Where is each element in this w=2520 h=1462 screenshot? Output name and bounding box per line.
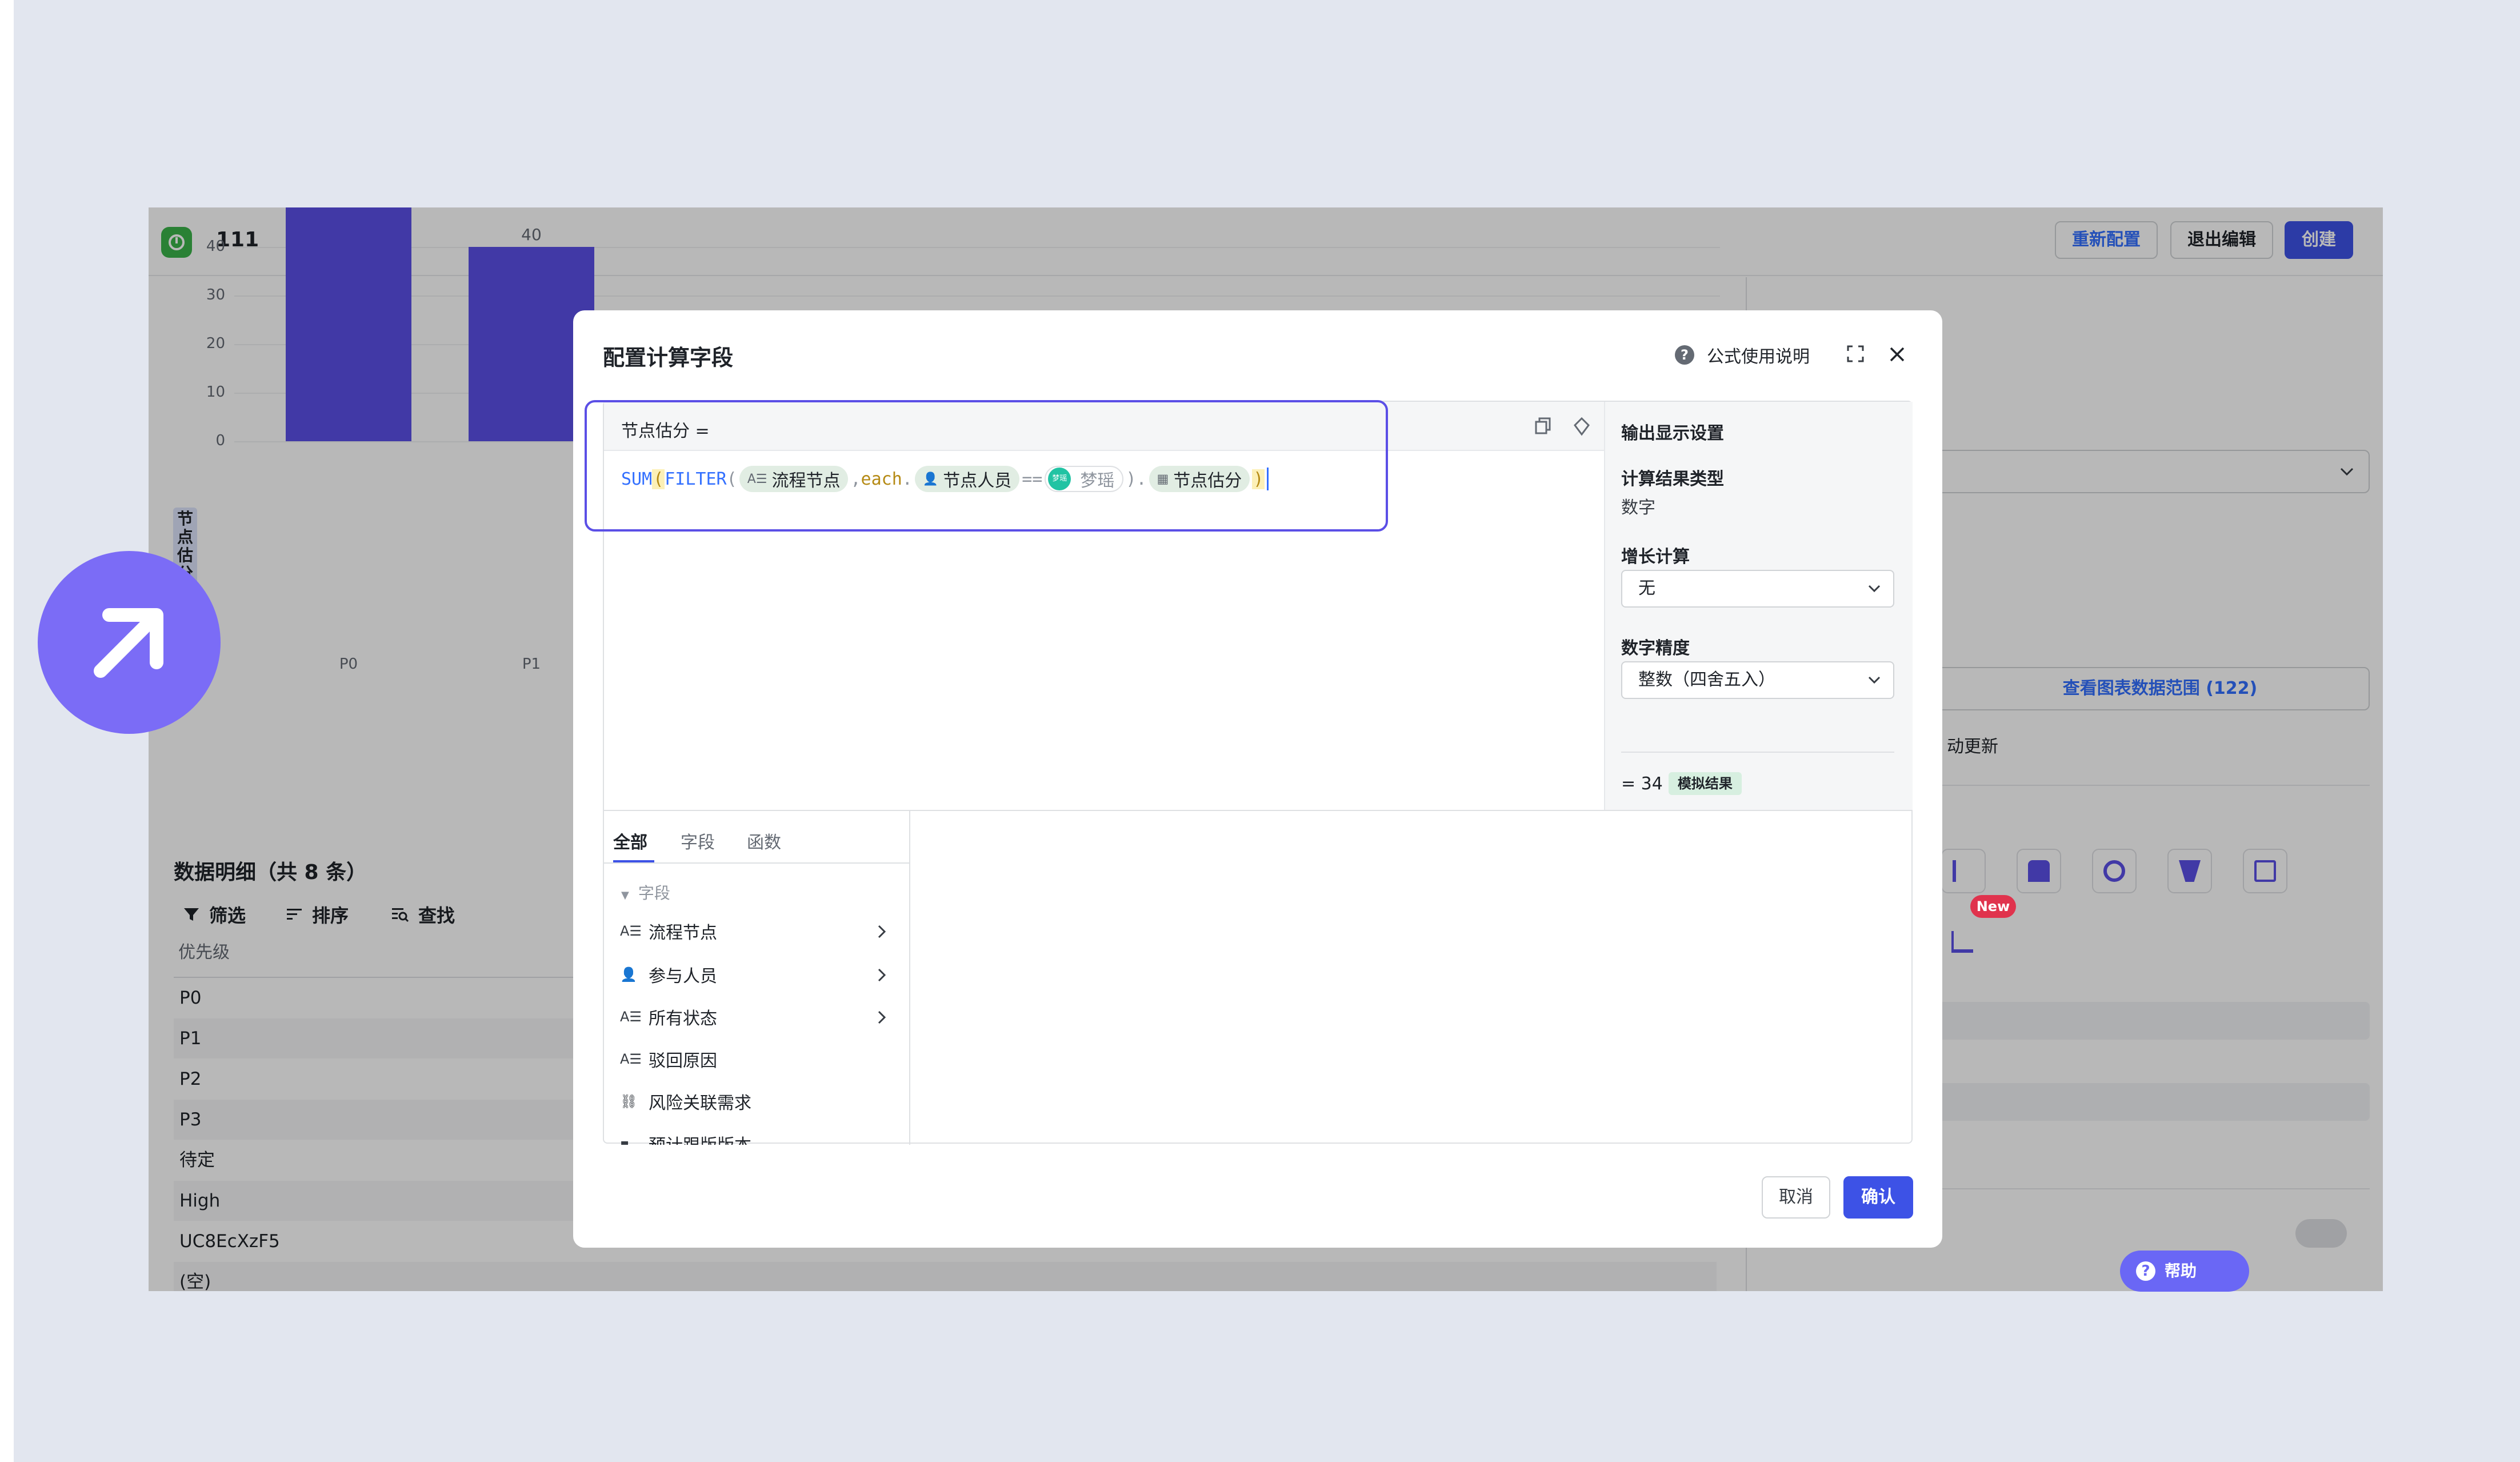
- formula-editor: 节点估分 = SUM(FILTER( A☰ 流程节点 , each. 👤 节点人员 =…: [603, 401, 1913, 1145]
- growth-calc-value: 无: [1638, 578, 1655, 598]
- library-item-risk-linked[interactable]: ⛓ 风险关联需求: [620, 1084, 894, 1119]
- new-badge: New: [1970, 895, 2016, 918]
- expand-arrow-button[interactable]: [38, 551, 221, 734]
- field-group-header[interactable]: ▼ 字段: [621, 881, 670, 904]
- chevron-down-icon: [1868, 585, 1881, 593]
- token-filter: FILTER: [665, 469, 727, 489]
- text-field-icon: A☰: [620, 1009, 642, 1025]
- result-value: = 34: [1621, 773, 1663, 794]
- chip-process-node-label: 流程节点: [771, 471, 841, 491]
- chevron-right-icon: [878, 925, 886, 938]
- chip-node-person[interactable]: 👤 节点人员: [914, 466, 1020, 492]
- dialog-title: 配置计算字段: [603, 345, 734, 370]
- token-open-paren: (: [652, 469, 665, 489]
- result-type-label: 计算结果类型: [1621, 469, 1724, 489]
- confirm-button[interactable]: 确认: [1843, 1176, 1913, 1219]
- question-icon: ?: [1675, 345, 1694, 365]
- editor-toolbar: 节点估分 =: [604, 402, 1604, 451]
- output-title: 输出显示设置: [1621, 424, 1724, 444]
- library-item-label: 风险关联需求: [649, 1093, 751, 1113]
- caret-down-icon: ▼: [621, 889, 629, 901]
- tab-all[interactable]: 全部: [613, 828, 647, 853]
- person-icon: 👤: [922, 472, 939, 486]
- token-close-paren: ): [1126, 469, 1137, 489]
- close-icon[interactable]: [1889, 346, 1906, 363]
- chip-process-node[interactable]: A☰ 流程节点: [739, 466, 849, 492]
- library-item-all-status[interactable]: A☰ 所有状态: [620, 1000, 894, 1034]
- formula-help-link[interactable]: ? 公式使用说明: [1675, 342, 1810, 368]
- library-item-planned-version[interactable]: ▪ 预计跟版版本: [620, 1127, 894, 1145]
- text-caret: [1267, 468, 1269, 490]
- person-icon: 👤: [620, 966, 637, 982]
- growth-calc-label: 增长计算: [1621, 547, 1690, 567]
- token-comma: ,: [850, 469, 861, 489]
- library-item-reject-reason[interactable]: A☰ 驳回原因: [620, 1042, 894, 1076]
- simulated-result: = 34 模拟结果: [1621, 772, 1742, 795]
- precision-select[interactable]: 整数（四舍五入）: [1621, 661, 1894, 699]
- calc-field-dialog: 配置计算字段 ? 公式使用说明 节点估分 = SUM(FILTER( A☰ 流程节…: [573, 310, 1942, 1248]
- library-item-label: 驳回原因: [649, 1051, 717, 1071]
- token-dot: .: [902, 469, 913, 489]
- link-icon: ⛓: [620, 1093, 638, 1109]
- fullscreen-icon[interactable]: [1846, 345, 1865, 363]
- tab-functions[interactable]: 函数: [747, 828, 781, 853]
- library-item-label: 参与人员: [649, 966, 717, 986]
- arrow-up-right-icon: [94, 608, 163, 678]
- question-icon: ?: [2136, 1261, 2155, 1281]
- library-item-label: 流程节点: [649, 923, 717, 943]
- library-list: 全部 字段 函数 ▼ 字段 A☰ 流程节点 👤 参与人员 A☰ 所有状态 A☰ 驳回原因 …: [604, 811, 910, 1145]
- output-settings-panel: 输出显示设置 计算结果类型 数字 增长计算 无 数字精度 整数（四舍五入） = …: [1604, 402, 1913, 810]
- library-item-label: 预计跟版版本: [649, 1131, 751, 1145]
- active-tab-indicator: [613, 860, 654, 862]
- field-name-label: 节点估分 =: [621, 421, 710, 441]
- field-group-label: 字段: [638, 884, 670, 902]
- text-field-icon: A☰: [620, 1051, 642, 1067]
- chip-node-score[interactable]: ▦ 节点估分: [1149, 466, 1250, 492]
- token-dot-2: .: [1136, 469, 1147, 489]
- chevron-right-icon: [878, 968, 886, 982]
- library-item-participants[interactable]: 👤 参与人员: [620, 957, 894, 992]
- chevron-down-icon: [1868, 676, 1881, 684]
- help-label: 帮助: [2165, 1261, 2197, 1280]
- chip-user[interactable]: 梦瑶 梦瑶: [1045, 466, 1124, 492]
- formula-expression[interactable]: SUM(FILTER( A☰ 流程节点 , each. 👤 节点人员 == 梦瑶 梦瑶 …: [621, 466, 1269, 492]
- result-tag: 模拟结果: [1668, 772, 1742, 795]
- token-open-paren-2: (: [726, 469, 737, 489]
- library-item-process-node[interactable]: A☰ 流程节点: [620, 914, 894, 948]
- precision-value: 整数（四舍五入）: [1638, 670, 1775, 690]
- token-sum: SUM: [621, 469, 653, 489]
- number-field-icon: ▦: [1157, 472, 1169, 486]
- help-button[interactable]: ? 帮助: [2120, 1251, 2249, 1292]
- chip-node-score-label: 节点估分: [1173, 471, 1242, 491]
- library-item-label: 所有状态: [649, 1009, 717, 1029]
- token-close-paren-2: ): [1252, 469, 1265, 489]
- avatar: 梦瑶: [1048, 468, 1071, 490]
- growth-calc-select[interactable]: 无: [1621, 570, 1894, 608]
- token-equals: ==: [1022, 469, 1043, 489]
- text-field-icon: A☰: [620, 923, 642, 939]
- cancel-button[interactable]: 取消: [1762, 1176, 1830, 1219]
- copy-icon[interactable]: [1534, 417, 1551, 435]
- precision-label: 数字精度: [1621, 638, 1690, 658]
- format-icon[interactable]: [1572, 417, 1591, 436]
- chevron-right-icon: [878, 1010, 886, 1024]
- tab-fields[interactable]: 字段: [681, 828, 715, 853]
- tag-icon: ▪: [620, 1136, 630, 1145]
- result-type-value: 数字: [1621, 498, 1655, 518]
- field-function-library: 全部 字段 函数 ▼ 字段 A☰ 流程节点 👤 参与人员 A☰ 所有状态 A☰ 驳回原因 …: [604, 810, 1913, 1145]
- formula-help-label: 公式使用说明: [1707, 347, 1810, 367]
- text-field-icon: A☰: [747, 472, 767, 486]
- chip-user-label: 梦瑶: [1080, 471, 1115, 491]
- chip-node-person-label: 节点人员: [943, 471, 1012, 491]
- token-each: each: [861, 469, 902, 489]
- tabs-divider: [604, 862, 909, 864]
- output-divider: [1621, 752, 1894, 753]
